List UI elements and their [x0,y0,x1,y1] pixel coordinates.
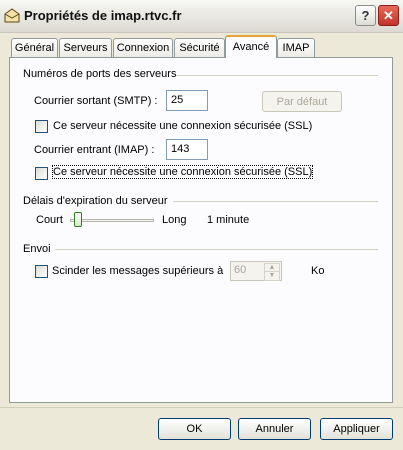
timeout-long-label: Long [162,214,187,226]
slider-track [70,219,154,222]
split-checkbox[interactable] [35,265,48,278]
envoi-separator [55,249,378,250]
smtp-label: Courrier sortant (SMTP) : [34,95,158,107]
timeout-slider[interactable] [70,212,154,228]
split-label: Scinder les messages supérieurs à [52,265,224,277]
imap-port-input[interactable]: 143 [166,139,208,160]
size-unit: Ko [311,265,325,277]
tab-connexion[interactable]: Connexion [113,38,173,57]
timeout-group-label: Délais d'expiration du serveur [23,195,168,207]
slider-thumb[interactable] [74,212,82,227]
tab-avance[interactable]: Avancé [225,35,277,58]
ok-button[interactable]: OK [158,418,231,440]
default-button[interactable]: Par défaut [262,91,342,112]
tab-general[interactable]: Général [11,38,58,57]
stepper-down-icon[interactable]: ▼ [264,271,280,281]
timeout-value: 1 minute [207,214,250,226]
smtp-port-input[interactable]: 25 [166,90,208,111]
smtp-ssl-checkbox[interactable] [35,120,48,133]
apply-button[interactable]: Appliquer [320,418,393,440]
tab-imap[interactable]: IMAP [277,38,315,57]
cancel-button[interactable]: Annuler [238,418,311,440]
imap-label: Courrier entrant (IMAP) : [34,144,155,156]
envoi-group-label: Envoi [23,243,51,255]
imap-ssl-checkbox[interactable] [35,167,48,180]
split-size-value: 60 [234,264,247,276]
ports-separator [176,75,378,76]
tab-securite[interactable]: Sécurité [174,38,225,57]
split-size-stepper[interactable]: 60 ▲ ▼ [230,261,282,281]
window-title: Propriétés de imap.rtvc.fr [24,8,182,23]
timeout-short-label: Court [36,214,63,226]
close-button[interactable]: ✕ [378,5,399,26]
imap-ssl-label: Ce serveur nécessite une connexion sécur… [51,165,314,179]
footer-separator [0,407,403,408]
ports-group-label: Numéros de ports des serveurs [23,68,177,80]
tab-serveurs[interactable]: Serveurs [59,38,112,57]
help-button[interactable]: ? [355,5,376,26]
mail-server-icon [4,8,20,23]
timeout-separator [173,201,378,202]
smtp-ssl-label: Ce serveur nécessite une connexion sécur… [53,120,313,132]
